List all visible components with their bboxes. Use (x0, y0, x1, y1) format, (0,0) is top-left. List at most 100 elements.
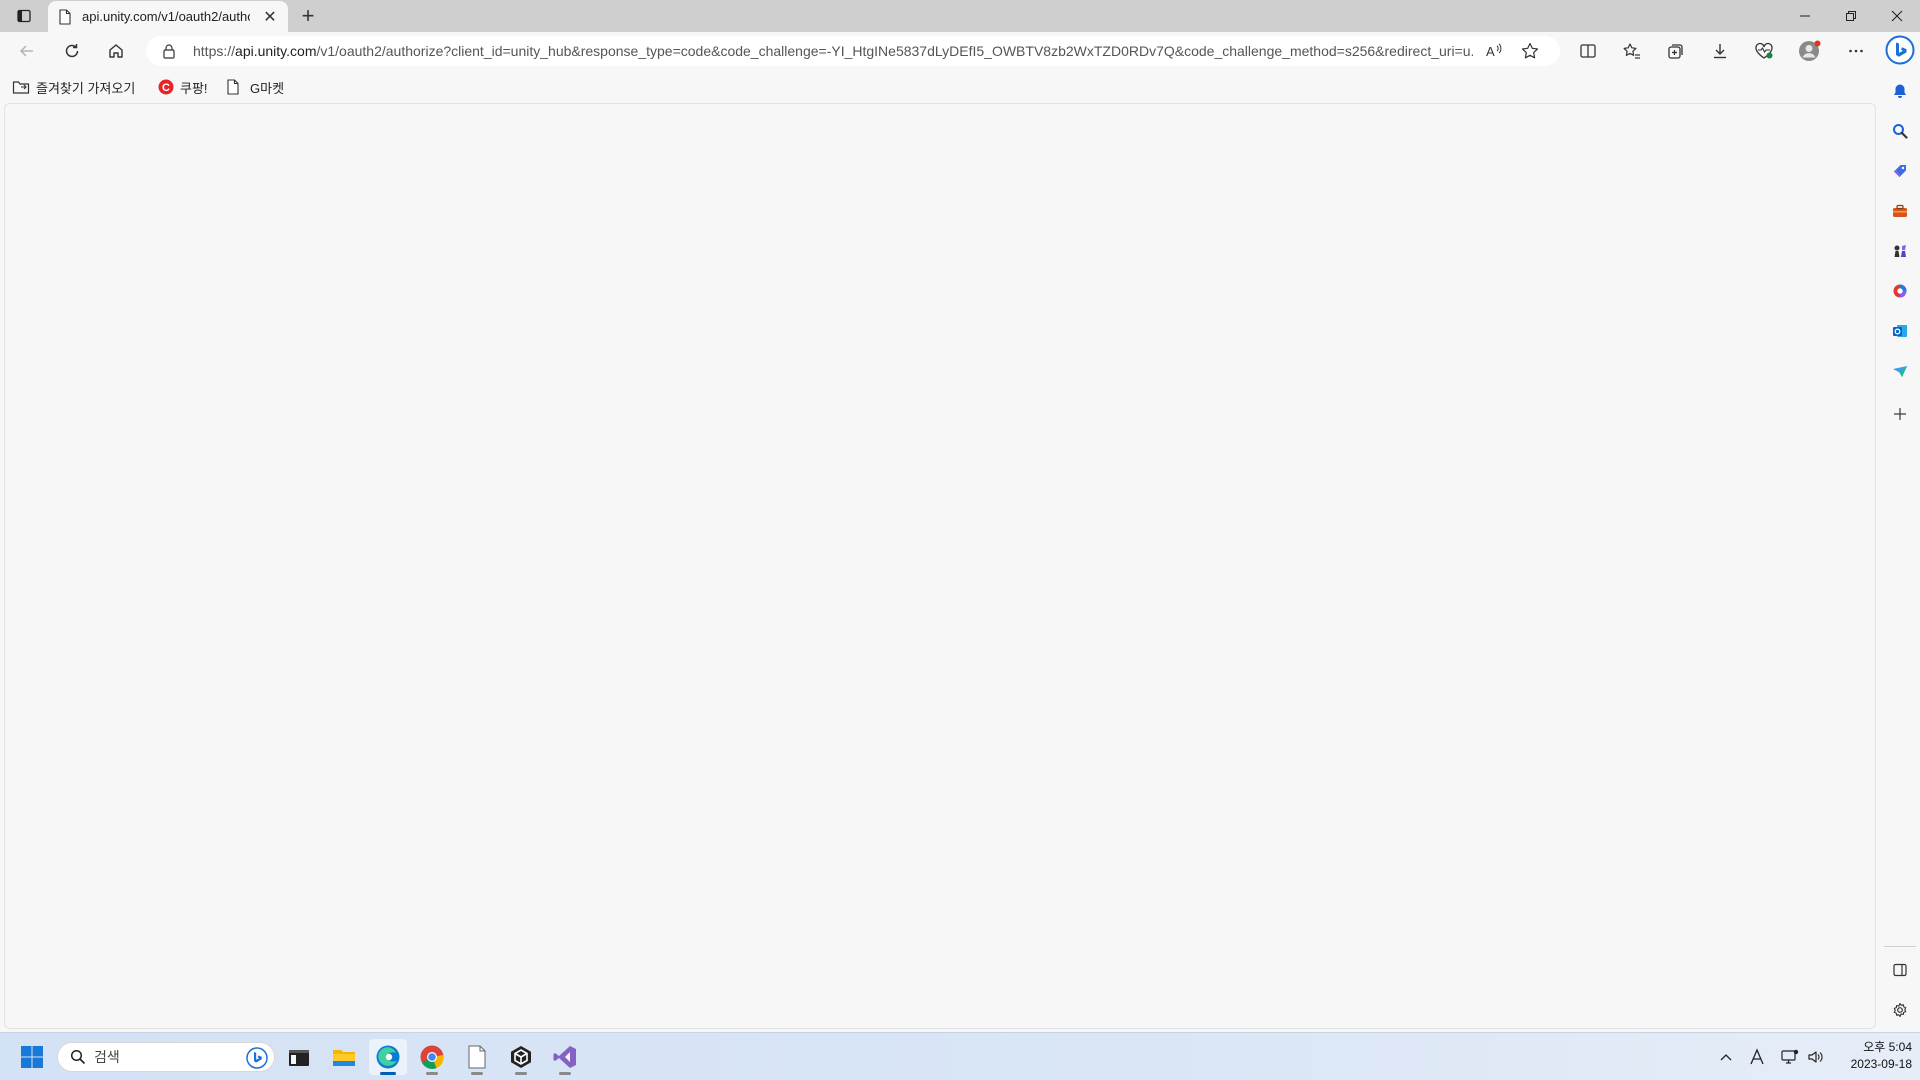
taskbar-app-notepad[interactable] (458, 1039, 496, 1075)
page-icon (59, 8, 71, 25)
file-manager-icon (289, 1050, 309, 1066)
taskbar-app-edge[interactable] (369, 1039, 407, 1075)
bell-icon (1894, 84, 1906, 98)
add-icon (1894, 408, 1906, 420)
search-icon (70, 1049, 86, 1065)
home-button[interactable] (100, 37, 132, 65)
unity-icon (511, 1046, 531, 1068)
chrome-icon (420, 1045, 444, 1069)
back-button[interactable] (11, 37, 43, 65)
close-window-button[interactable] (1874, 0, 1920, 32)
running-indicator (559, 1072, 571, 1075)
tab-actions-icon (17, 9, 31, 23)
refresh-button[interactable] (56, 37, 88, 65)
page-content-area[interactable] (4, 103, 1876, 1029)
more-horizontal-icon (1849, 49, 1863, 53)
running-indicator (515, 1072, 527, 1075)
shopping-button[interactable] (1884, 155, 1916, 187)
browser-essentials-button[interactable] (1748, 37, 1780, 65)
office-icon (1893, 284, 1907, 298)
site-info-lock-icon[interactable] (162, 43, 176, 64)
heart-pulse-icon (1755, 42, 1773, 59)
url-text[interactable]: https://api.unity.com/v1/oauth2/authoriz… (193, 43, 1473, 59)
address-bar[interactable]: https://api.unity.com/v1/oauth2/authoriz… (146, 36, 1560, 66)
favorites-button[interactable] (1616, 37, 1648, 65)
settings-icon (1893, 1002, 1907, 1018)
notifications-button[interactable] (1884, 75, 1916, 107)
tools-button[interactable] (1884, 195, 1916, 227)
clock-time: 오후 5:04 (1863, 1040, 1912, 1054)
taskbar-app-visual-studio[interactable] (546, 1039, 584, 1075)
games-button[interactable] (1884, 235, 1916, 267)
chess-icon (1894, 245, 1906, 257)
browser-tab[interactable]: api.unity.com/v1/oauth2/authori ✕ (48, 1, 288, 32)
close-icon (1891, 10, 1903, 22)
tab-actions-button[interactable] (10, 5, 38, 27)
edge-icon (376, 1045, 400, 1069)
refresh-icon (65, 44, 79, 58)
collections-icon (1668, 44, 1683, 59)
taskbar-clock[interactable]: 오후 5:04 2023-09-18 (1832, 1039, 1912, 1073)
restore-button[interactable] (1828, 0, 1874, 32)
home-icon (109, 44, 123, 58)
show-hidden-icons-button[interactable] (1716, 1041, 1736, 1073)
microsoft-365-button[interactable] (1884, 275, 1916, 307)
read-aloud-icon[interactable]: A (1484, 41, 1504, 66)
restore-icon (1846, 11, 1856, 21)
send-icon (1893, 366, 1907, 377)
favorite-star-icon[interactable] (1520, 41, 1540, 66)
tag-icon (1894, 165, 1906, 177)
minimize-icon (1800, 15, 1810, 17)
notepad-icon (468, 1045, 486, 1069)
bookmark-label: 즐겨찾기 가져오기 (36, 80, 136, 96)
input-method-indicator[interactable] (1746, 1041, 1768, 1073)
network-status[interactable] (1778, 1041, 1802, 1073)
bookmark-label: G마켓 (250, 80, 285, 96)
file-explorer-icon (333, 1050, 355, 1066)
add-sidebar-app-button[interactable] (1884, 398, 1916, 430)
tab-title: api.unity.com/v1/oauth2/authori (82, 9, 250, 24)
minimize-button[interactable] (1782, 0, 1828, 32)
title-bar: api.unity.com/v1/oauth2/authori ✕ + (0, 0, 1920, 32)
taskbar-app-file-explorer[interactable] (325, 1039, 363, 1075)
profile-button[interactable] (1794, 37, 1826, 65)
outlook-button[interactable] (1884, 315, 1916, 347)
taskbar-search-box[interactable]: 검색 (57, 1042, 275, 1072)
taskbar-app-file-manager[interactable] (280, 1039, 318, 1075)
svg-text:A: A (1486, 44, 1495, 59)
speaker-icon (1808, 1051, 1823, 1063)
page-icon (227, 79, 239, 95)
settings-more-button[interactable] (1840, 37, 1872, 65)
browser-toolbar: https://api.unity.com/v1/oauth2/authoriz… (0, 32, 1880, 70)
outlook-icon (1893, 325, 1907, 337)
search-icon (1893, 124, 1908, 139)
avatar (1799, 40, 1821, 61)
url-prefix: https:// (193, 43, 236, 59)
collections-button[interactable] (1660, 37, 1692, 65)
sidebar-settings-button[interactable] (1884, 994, 1916, 1026)
sidebar-divider (1884, 946, 1916, 947)
taskbar-app-chrome[interactable] (413, 1039, 451, 1075)
hide-sidebar-button[interactable] (1884, 954, 1916, 986)
drop-button[interactable] (1884, 355, 1916, 387)
downloads-button[interactable] (1704, 37, 1736, 65)
toolbox-icon (1893, 204, 1907, 217)
bookmark-coupang[interactable]: C 쿠팡! (158, 76, 208, 98)
split-screen-icon (1580, 44, 1596, 58)
volume-control[interactable] (1804, 1041, 1826, 1073)
bing-chat-button[interactable] (1884, 34, 1916, 66)
windows-taskbar: 검색 오후 5:04 2023-09-18 (0, 1032, 1920, 1080)
start-button[interactable] (13, 1039, 51, 1075)
sidebar-search-button[interactable] (1884, 115, 1916, 147)
running-indicator (471, 1072, 483, 1075)
taskbar-app-unity-hub[interactable] (502, 1039, 540, 1075)
bookmark-gmarket[interactable]: G마켓 (226, 76, 284, 98)
tab-close-icon[interactable]: ✕ (260, 7, 280, 27)
bookmark-import-favorites[interactable]: 즐겨찾기 가져오기 (12, 76, 135, 98)
svg-text:C: C (162, 82, 170, 94)
new-tab-button[interactable]: + (294, 3, 322, 28)
split-screen-button[interactable] (1572, 37, 1604, 65)
running-indicator (426, 1072, 438, 1075)
favorites-icon (1623, 43, 1640, 59)
coupang-icon: C (158, 79, 174, 95)
